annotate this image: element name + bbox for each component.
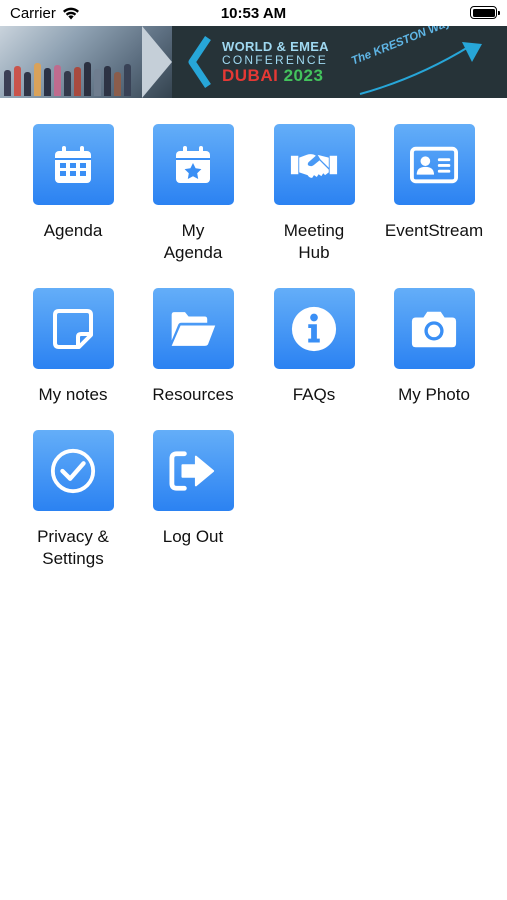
menu-item-log-out[interactable]: Log Out — [133, 430, 253, 548]
my-notes-button[interactable] — [32, 288, 114, 369]
privacy-settings-label: Privacy & Settings — [37, 527, 109, 568]
sticky-note-icon — [53, 308, 93, 349]
faqs-label: FAQs — [292, 385, 336, 404]
my-agenda-button[interactable] — [152, 124, 234, 205]
menu-item-eventstream[interactable]: EventStream — [374, 124, 494, 242]
menu-item-faqs[interactable]: FAQs — [254, 288, 374, 406]
calendar-star-icon — [176, 145, 210, 183]
check-circle-icon — [50, 448, 96, 493]
log-out-button[interactable] — [152, 430, 234, 511]
conference-banner: WORLD & EMEA CONFERENCE DUBAI 2023 The K… — [0, 26, 507, 98]
menu-item-resources[interactable]: Resources — [133, 288, 253, 406]
status-time: 10:53 AM — [220, 5, 287, 22]
my-agenda-label: My Agenda — [163, 221, 223, 262]
banner-subtitle: CONFERENCE — [222, 53, 329, 67]
log-out-label: Log Out — [162, 527, 224, 546]
menu-item-agenda[interactable]: Agenda — [13, 124, 133, 242]
banner-city: DUBAI — [222, 66, 279, 85]
agenda-button[interactable] — [32, 124, 114, 205]
calendar-icon — [55, 145, 91, 183]
eventstream-button[interactable] — [393, 124, 475, 205]
my-notes-label: My notes — [38, 385, 108, 404]
menu-item-my-notes[interactable]: My notes — [13, 288, 133, 406]
banner-location: DUBAI 2023 — [222, 66, 323, 86]
agenda-label: Agenda — [43, 221, 103, 240]
resources-button[interactable] — [152, 288, 234, 369]
my-photo-button[interactable] — [393, 288, 475, 369]
menu-item-my-photo[interactable]: My Photo — [374, 288, 494, 406]
menu-item-my-agenda[interactable]: My Agenda — [133, 124, 253, 264]
handshake-icon — [290, 153, 338, 178]
battery-full-icon — [470, 6, 500, 19]
chevron-left-icon — [188, 36, 211, 88]
banner-title: WORLD & EMEA — [222, 39, 329, 54]
privacy-settings-button[interactable] — [32, 430, 114, 511]
meeting-hub-button[interactable] — [273, 124, 355, 205]
menu-item-privacy-settings[interactable]: Privacy & Settings — [13, 430, 133, 570]
id-card-icon — [410, 146, 458, 183]
info-icon — [291, 306, 337, 351]
menu-item-meeting-hub[interactable]: Meeting Hub — [254, 124, 374, 264]
faqs-button[interactable] — [273, 288, 355, 369]
sign-out-icon — [169, 450, 215, 491]
eventstream-label: EventStream — [384, 221, 484, 240]
camera-icon — [411, 311, 457, 347]
meeting-hub-label: Meeting Hub — [283, 221, 345, 262]
status-bar: Carrier 10:53 AM — [0, 0, 507, 26]
folder-open-icon — [171, 311, 216, 346]
my-photo-label: My Photo — [398, 385, 470, 404]
banner-year: 2023 — [283, 66, 324, 85]
resources-label: Resources — [152, 385, 234, 404]
